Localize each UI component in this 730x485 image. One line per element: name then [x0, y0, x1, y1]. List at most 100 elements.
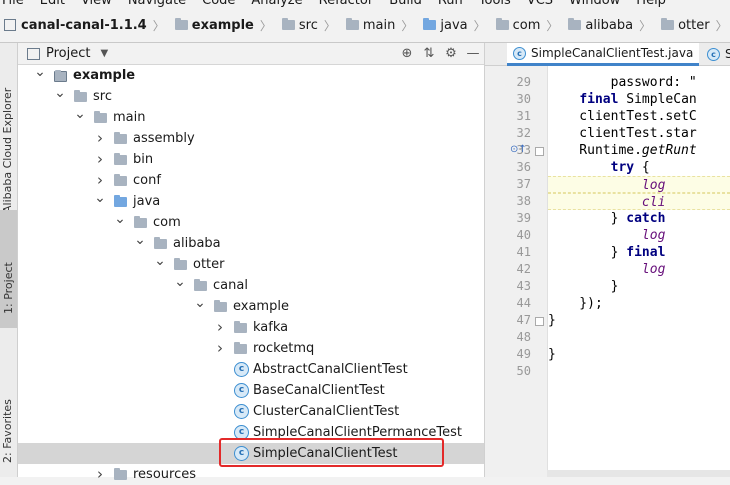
line-number: 39 [516, 211, 531, 225]
folder-icon [234, 321, 247, 333]
chevron-down-icon[interactable]: ⌄ [94, 191, 106, 205]
breadcrumb-item[interactable]: main 〉 [340, 8, 418, 42]
code-line[interactable]: Runtime.getRunt [548, 142, 730, 159]
menu-navigate[interactable]: Navigate [128, 0, 186, 8]
menu-code[interactable]: Code [202, 0, 235, 8]
chevron-down-icon[interactable]: ▼ [100, 48, 108, 59]
tree-node-main[interactable]: ⌄ main [18, 107, 484, 128]
tree-node-conf[interactable]: › conf [18, 170, 484, 191]
code-line[interactable]: } [548, 346, 730, 363]
chevron-down-icon[interactable]: ⌄ [134, 233, 146, 247]
menu-file[interactable]: File [2, 0, 24, 8]
tool-tab-project[interactable]: 1: Project [0, 210, 17, 328]
chevron-right-icon[interactable]: › [214, 338, 226, 359]
override-marker-icon[interactable]: ⊙↑ [510, 144, 527, 155]
code-line[interactable] [548, 363, 730, 380]
tree-node-src[interactable]: ⌄ src [18, 86, 484, 107]
folder-icon [281, 18, 295, 30]
breadcrumb-item[interactable]: com 〉 [490, 8, 563, 42]
code-line[interactable]: clientTest.star [548, 125, 730, 142]
horizontal-scrollbar[interactable] [547, 470, 730, 477]
tree-node-clustercanalclienttest[interactable]: c ClusterCanalClientTest [18, 401, 484, 422]
tree-node-kafka[interactable]: › kafka [18, 317, 484, 338]
tree-node-canal[interactable]: ⌄ canal [18, 275, 484, 296]
chevron-down-icon[interactable]: ⌄ [54, 86, 66, 100]
tree-node-example[interactable]: ⌄ example [18, 296, 484, 317]
project-view-selector[interactable]: Project [46, 46, 90, 61]
chevron-right-icon[interactable]: › [94, 128, 106, 149]
separator-icon: 〉 [323, 18, 336, 33]
breadcrumb-item[interactable]: canal-canal-1.1.4 〉 [0, 8, 169, 42]
breadcrumb-item[interactable]: alibaba 〉 [562, 8, 655, 42]
line-number: 47 [516, 313, 531, 327]
menu-vcs[interactable]: VCS [527, 0, 553, 8]
tree-node-label: conf [133, 173, 161, 188]
code-line[interactable]: log [548, 176, 730, 193]
code-line[interactable]: } catch [548, 210, 730, 227]
code-line[interactable]: try { [548, 159, 730, 176]
tree-node-label: kafka [253, 320, 289, 335]
fold-icon[interactable] [535, 147, 544, 156]
menu-run[interactable]: Run [438, 0, 463, 8]
breadcrumb-item[interactable]: src 〉 [276, 8, 340, 42]
breadcrumb-item[interactable]: example 〉 [169, 8, 276, 42]
breadcrumb-item[interactable]: java 〉 [417, 8, 489, 42]
tree-node-bin[interactable]: › bin [18, 149, 484, 170]
code-editor[interactable]: 29 30 31 32 33 36 37 38 39 40 41 42 43 44 47 48 49 50 ⊙↑ p… [485, 66, 730, 477]
chevron-down-icon[interactable]: ⌄ [74, 107, 86, 121]
tree-node-assembly[interactable]: › assembly [18, 128, 484, 149]
chevron-right-icon[interactable]: › [214, 317, 226, 338]
chevron-down-icon[interactable]: ⌄ [34, 65, 46, 79]
code-line[interactable]: } [548, 312, 730, 329]
menu-help[interactable]: Help [636, 0, 666, 8]
collapse-all-icon[interactable]: ⇅ [418, 46, 440, 61]
tree-node-label: assembly [133, 131, 195, 146]
editor-tab-next[interactable]: c S [703, 43, 730, 65]
breadcrumb: canal-canal-1.1.4 〉 example 〉 src 〉 main 〉 java 〉… [0, 8, 730, 43]
code-line[interactable]: }); [548, 295, 730, 312]
gear-icon[interactable]: ⚙ [440, 46, 462, 61]
tree-node-example[interactable]: ⌄ example [18, 65, 484, 86]
code-line[interactable]: clientTest.setC [548, 108, 730, 125]
fold-icon[interactable] [535, 317, 544, 326]
code-line[interactable]: log [548, 261, 730, 278]
project-icon [27, 48, 40, 60]
code-line[interactable]: } [548, 278, 730, 295]
menu-refactor[interactable]: Refactor [319, 0, 374, 8]
tree-node-otter[interactable]: ⌄ otter [18, 254, 484, 275]
chevron-down-icon[interactable]: ⌄ [154, 254, 166, 268]
code-line[interactable]: } final [548, 244, 730, 261]
menu-build[interactable]: Build [389, 0, 422, 8]
menu-window[interactable]: Window [569, 0, 620, 8]
tree-node-java[interactable]: ⌄ java [18, 191, 484, 212]
menu-bar: File Edit View Navigate Code Analyze Refactor B… [0, 0, 730, 8]
tree-node-rocketmq[interactable]: › rocketmq [18, 338, 484, 359]
breadcrumb-item[interactable]: otter 〉 [655, 8, 730, 42]
locate-icon[interactable]: ⊕ [396, 46, 418, 61]
code-line[interactable]: final SimpleCan [548, 91, 730, 108]
line-number: 40 [516, 228, 531, 242]
menu-analyze[interactable]: Analyze [251, 0, 302, 8]
menu-tools[interactable]: Tools [479, 0, 511, 8]
chevron-right-icon[interactable]: › [94, 464, 106, 485]
tree-node-abstractcanalclienttest[interactable]: c AbstractCanalClientTest [18, 359, 484, 380]
tree-node-com[interactable]: ⌄ com [18, 212, 484, 233]
folder-icon [495, 18, 509, 30]
menu-view[interactable]: View [81, 0, 112, 8]
editor-tab-simplecanalclienttest[interactable]: c SimpleCanalClientTest.java [507, 43, 700, 66]
chevron-right-icon[interactable]: › [94, 170, 106, 191]
line-number: 36 [516, 160, 531, 174]
hide-icon[interactable]: — [462, 46, 484, 61]
menu-edit[interactable]: Edit [40, 0, 65, 8]
chevron-down-icon[interactable]: ⌄ [194, 296, 206, 310]
tree-node-alibaba[interactable]: ⌄ alibaba [18, 233, 484, 254]
chevron-right-icon[interactable]: › [94, 149, 106, 170]
code-line[interactable]: log [548, 227, 730, 244]
code-line[interactable]: cli [548, 193, 730, 210]
code-line[interactable]: password: " [548, 74, 730, 91]
tree-node-resources[interactable]: › resources [18, 464, 484, 485]
tree-node-basecanalclienttest[interactable]: c BaseCanalClientTest [18, 380, 484, 401]
chevron-down-icon[interactable]: ⌄ [114, 212, 126, 226]
chevron-down-icon[interactable]: ⌄ [174, 275, 186, 289]
code-line[interactable] [548, 329, 730, 346]
